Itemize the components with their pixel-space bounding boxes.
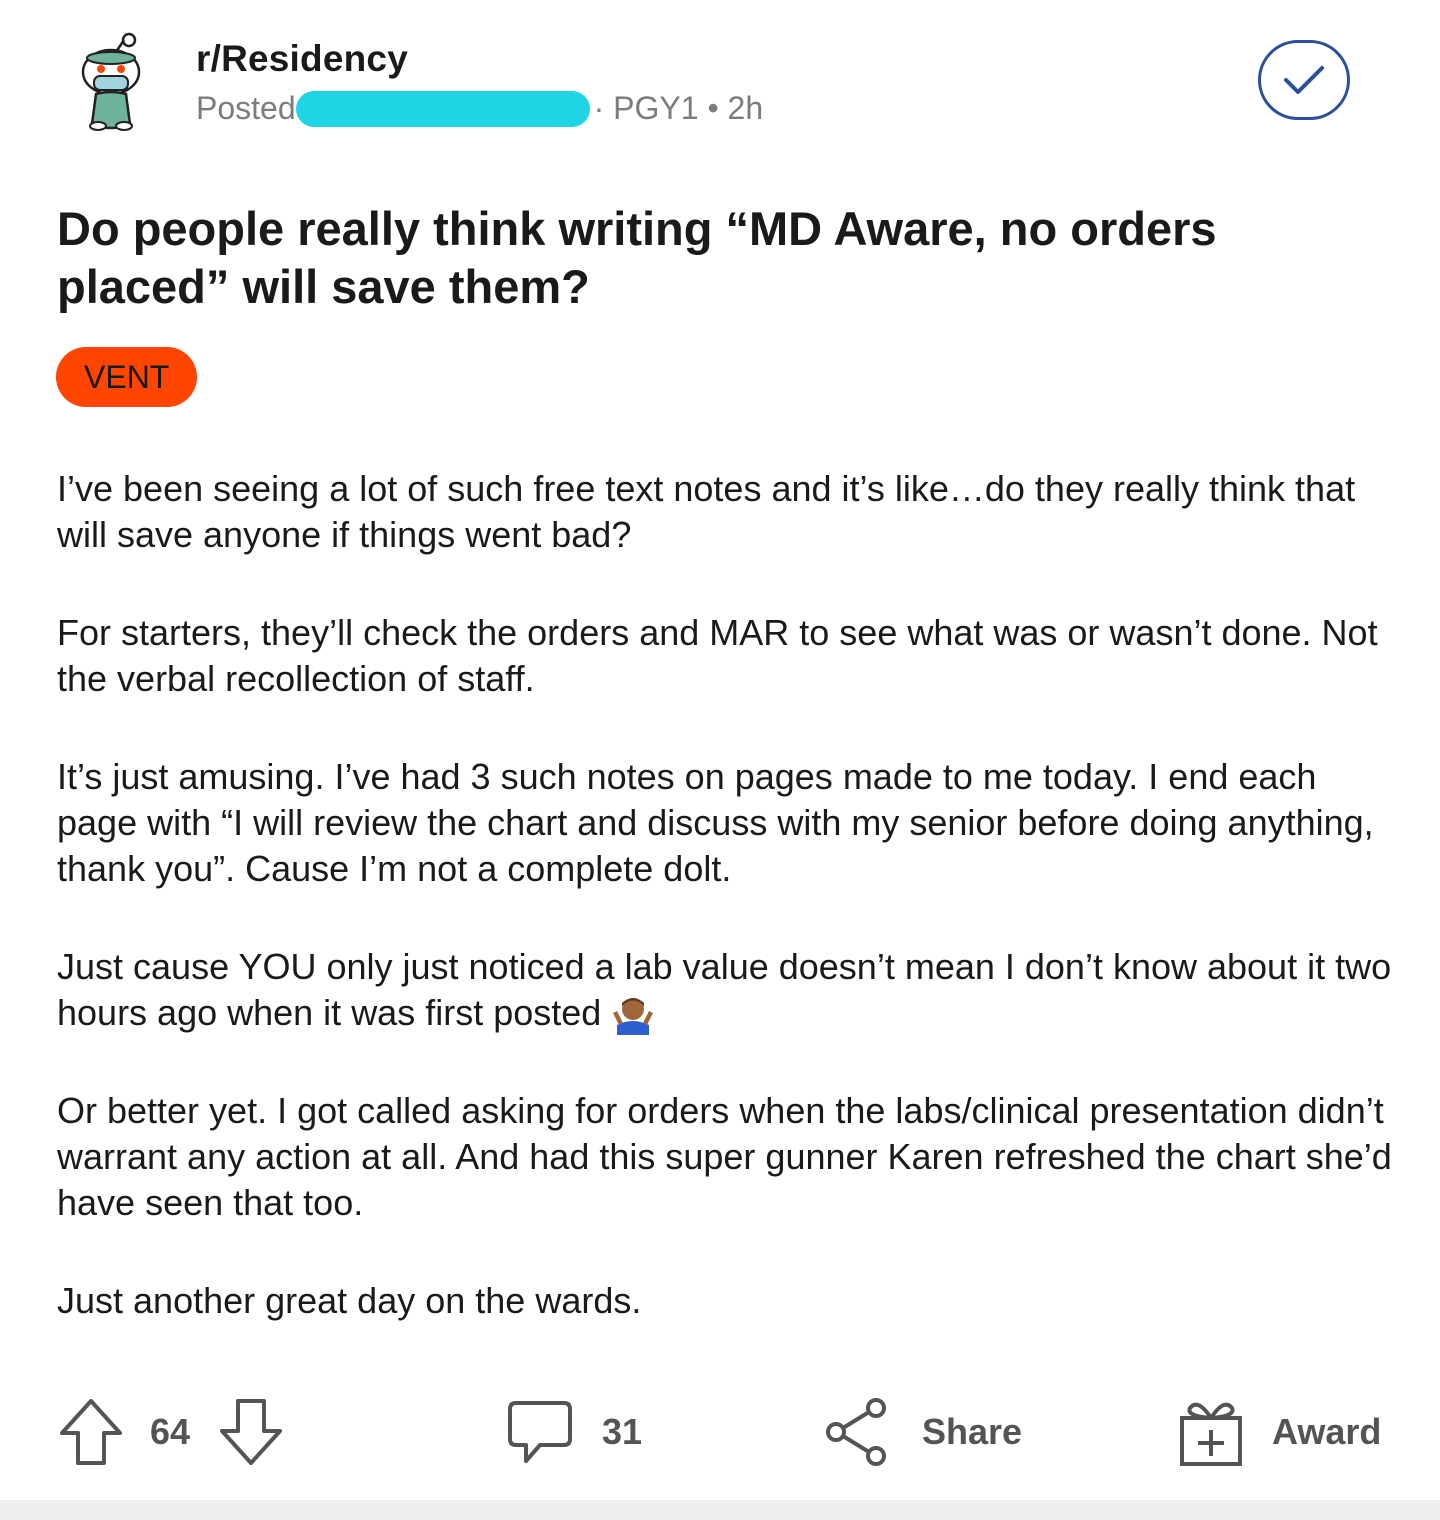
- body-paragraph: I’ve been seeing a lot of such free text…: [57, 468, 1356, 555]
- share-button[interactable]: Share: [824, 1394, 1022, 1470]
- post-meta: Posted · PGY1 • 2h: [196, 90, 763, 127]
- vote-group: 64: [58, 1394, 284, 1470]
- redacted-username: [295, 91, 590, 127]
- body-paragraph-with-emoji: Just cause YOU only just noticed a lab v…: [57, 944, 1397, 1036]
- post-action-bar: 64 31 Share Award: [0, 1394, 1440, 1470]
- bottom-divider: [0, 1500, 1440, 1520]
- subreddit-avatar-icon[interactable]: [74, 32, 148, 132]
- body-paragraph: It’s just amusing. I’ve had 3 such notes…: [57, 756, 1374, 889]
- checkmark-icon: [1284, 66, 1324, 94]
- post-header: r/Residency Posted · PGY1 • 2h: [0, 0, 1440, 160]
- vote-count: 64: [150, 1411, 191, 1452]
- body-paragraph: Or better yet. I got called asking for o…: [57, 1090, 1392, 1223]
- body-paragraph: For starters, they’ll check the orders a…: [57, 612, 1378, 699]
- comment-icon: [508, 1401, 572, 1463]
- post-body: I’ve been seeing a lot of such free text…: [57, 466, 1397, 1376]
- body-paragraph-text: Just cause YOU only just noticed a lab v…: [57, 946, 1392, 1033]
- downvote-icon[interactable]: [218, 1397, 284, 1467]
- share-icon: [826, 1398, 886, 1466]
- shrug-emoji-icon: [611, 995, 655, 1035]
- share-label: Share: [922, 1411, 1023, 1452]
- body-paragraph: Just another great day on the wards.: [57, 1280, 642, 1321]
- award-button[interactable]: Award: [1176, 1394, 1381, 1470]
- post-title: Do people really think writing “MD Aware…: [57, 202, 1217, 313]
- meta-flair-time: · PGY1 • 2h: [593, 90, 764, 126]
- comment-count: 31: [602, 1411, 643, 1452]
- comments-button[interactable]: 31: [506, 1394, 642, 1470]
- post-flair-badge[interactable]: VENT: [56, 347, 198, 407]
- upvote-icon[interactable]: [58, 1397, 124, 1467]
- joined-check-button[interactable]: [1258, 40, 1350, 120]
- subreddit-name[interactable]: r/Residency: [196, 38, 408, 80]
- meta-posted-label: Posted: [196, 90, 296, 126]
- award-gift-icon: [1180, 1402, 1242, 1466]
- award-label: Award: [1272, 1411, 1382, 1452]
